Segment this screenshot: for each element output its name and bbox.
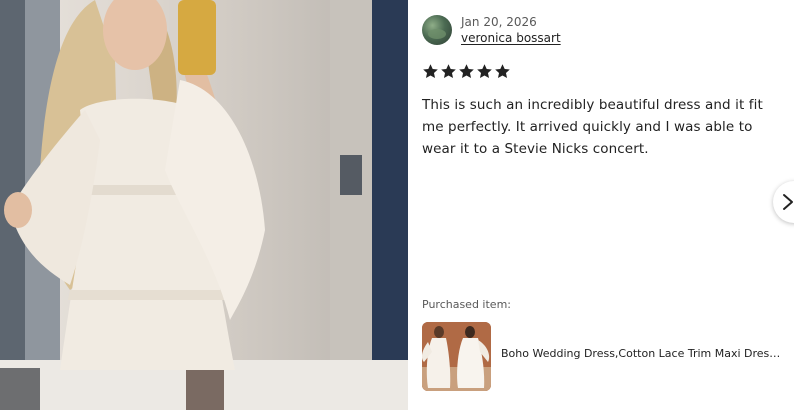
review-card: Jan 20, 2026 veronica bossart This is su… <box>408 0 794 410</box>
star-icon <box>495 64 510 79</box>
reviewer-name-link[interactable]: veronica bossart <box>461 31 561 45</box>
product-name-link[interactable]: Boho Wedding Dress,Cotton Lace Trim Maxi… <box>501 347 781 360</box>
star-icon <box>477 64 492 79</box>
star-icon <box>459 64 474 79</box>
avatar[interactable] <box>422 15 452 45</box>
review-photo-image <box>0 0 408 410</box>
review-date: Jan 20, 2026 <box>461 15 537 29</box>
product-thumbnail[interactable] <box>422 322 491 391</box>
star-rating <box>422 63 511 80</box>
star-icon <box>441 64 456 79</box>
review-photo <box>0 0 408 410</box>
review-text: This is such an incredibly beautiful dre… <box>422 97 763 157</box>
product-thumbnail-image <box>422 322 491 391</box>
star-icon <box>423 64 438 79</box>
purchased-item-label: Purchased item: <box>422 298 511 311</box>
chevron-right-icon <box>783 194 793 210</box>
